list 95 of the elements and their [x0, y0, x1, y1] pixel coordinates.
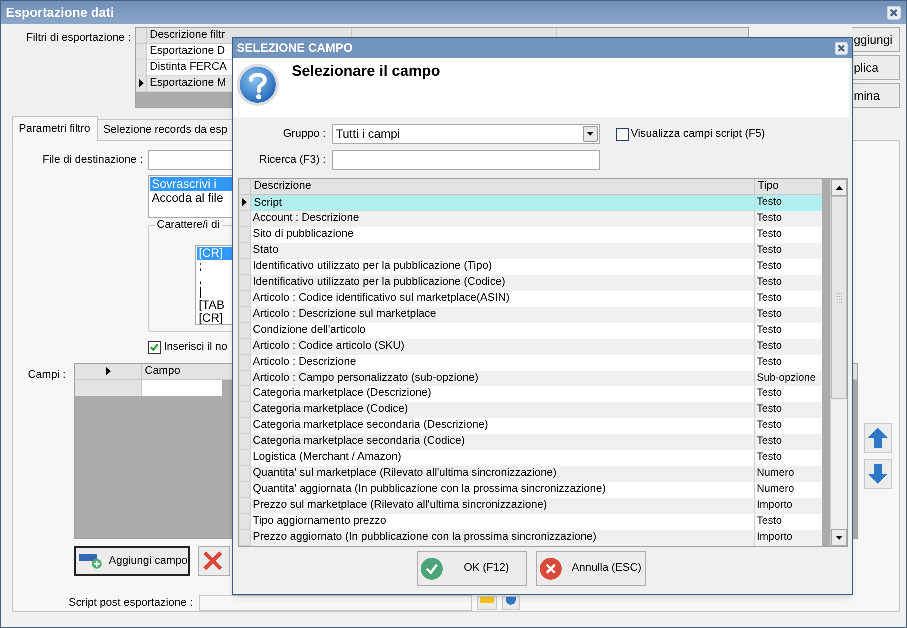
field-label: File di destinazione :	[42, 152, 143, 168]
search-field[interactable]	[332, 150, 600, 170]
checkbox-label: Inserisci il no	[164, 340, 228, 355]
ok-button[interactable]: OK (F12)	[417, 551, 527, 586]
scroll-up-icon[interactable]	[836, 186, 842, 190]
field-label: Script post esportazione :	[68, 596, 193, 611]
table-row[interactable]: Articolo : Descrizione sul marketplace Testo	[239, 306, 822, 323]
move-up-button[interactable]	[864, 423, 892, 453]
table-cell-text: Testo	[756, 226, 784, 242]
caret-icon	[587, 132, 594, 136]
table-cell-text: Numero	[756, 482, 796, 498]
table-cell-text: Testo	[756, 450, 784, 466]
table-row[interactable]: Articolo : Descrizione Testo	[239, 354, 822, 371]
table-cell-text: Sub-opzione	[756, 370, 817, 386]
add-field-icon	[79, 553, 103, 569]
table-row[interactable]: Prezzo sul marketplace (Rilevato all'ultima sincronizzazione) Importo	[239, 498, 822, 514]
table-cell-text: Testo	[756, 242, 784, 258]
table-row[interactable]: Tipo aggiornamento prezzo Testo	[239, 514, 822, 530]
group-select[interactable]: Tutti i campi	[332, 124, 600, 144]
table-cell-text: Numero	[756, 466, 796, 482]
table-cell-text: Testo	[756, 211, 784, 226]
table-row[interactable]: Condizione dell'articolo Testo	[239, 322, 822, 339]
table-cell-text: Testo	[756, 274, 784, 290]
table-cell-text: Esportazione M	[149, 76, 226, 91]
table-cell-text: Testo	[756, 290, 784, 306]
side-button[interactable]: mina	[852, 83, 900, 108]
delete-icon	[203, 551, 223, 571]
table-row[interactable]: Quantita' aggiornata (In pubblicazione con la prossima sincronizzazione) Numero	[239, 482, 822, 498]
side-button[interactable]: ggiungi	[852, 27, 900, 52]
table-row[interactable]: Quantita' sul marketplace (Rilevato all'ultima sincronizzazione) Numero	[239, 466, 822, 482]
table-row[interactable]: Stato Testo	[239, 242, 822, 259]
table-cell-text: Importo	[756, 498, 794, 514]
table-cell-text: Testo	[756, 322, 784, 338]
row-header-cell[interactable]	[75, 380, 142, 396]
table-row[interactable]: Logistica (Merchant / Amazon) Testo	[239, 450, 822, 466]
field-label: Gruppo :	[282, 126, 326, 142]
table-cell: Prezzo aggiornato (In pubblicazione con la prossima sincronizzazione)	[251, 530, 755, 546]
table-cell-text: Esportazione D	[149, 44, 226, 59]
table-cell-text: Testo	[756, 514, 784, 530]
table-cell-text: Importo	[756, 530, 794, 546]
cancel-button[interactable]: Annulla (ESC)	[536, 551, 646, 586]
table-cell-text: Testo	[756, 354, 784, 370]
down-arrow-icon	[867, 463, 889, 485]
column-header: Descrizione	[251, 179, 755, 194]
table-row[interactable]: Categoria marketplace (Descrizione) Testo	[239, 386, 822, 402]
table-row[interactable]: Articolo : Codice articolo (SKU) Testo	[239, 338, 822, 355]
table-cell-text: Testo	[756, 195, 784, 210]
table-row[interactable]: Script Testo	[239, 195, 822, 211]
table-row[interactable]: Account : Descrizione Testo	[239, 211, 822, 227]
checkbox[interactable]	[148, 340, 161, 354]
dialog-title: SELEZIONE CAMPO	[237, 40, 354, 57]
question-icon	[236, 63, 280, 107]
help-button[interactable]	[502, 596, 520, 610]
table-row[interactable]: Articolo : Codice identificativo sul marketplace(ASIN) Testo	[239, 290, 822, 307]
table-cell-text: Distinta FERCA	[149, 60, 228, 75]
table-cell-text: Testo	[756, 434, 784, 450]
checkbox[interactable]	[616, 128, 629, 140]
cancel-circle-icon	[540, 558, 562, 580]
table-cell-text: Testo	[756, 258, 784, 274]
close-icon[interactable]	[835, 42, 848, 54]
table-row[interactable]: Categoria marketplace secondaria (Codice) Testo	[239, 434, 822, 450]
table-cell-text: Testo	[756, 338, 784, 354]
window-title: Esportazione dati	[6, 4, 114, 22]
table-row[interactable]: Identificativo utilizzato per la pubblicazione (Tipo) Testo	[239, 258, 822, 275]
check-icon	[150, 342, 159, 352]
checkbox-label: Visualizza campi script (F5)	[631, 126, 766, 142]
up-arrow-icon	[867, 427, 889, 449]
side-button[interactable]: plica	[852, 55, 900, 80]
scrollbar[interactable]	[830, 179, 847, 546]
field-label: Filtri di esportazione :	[25, 31, 132, 46]
add-field-button[interactable]: Aggiungi campo	[74, 546, 190, 576]
field-label: Campi :	[27, 368, 66, 383]
column-header: Campo	[144, 364, 182, 379]
grip-icon	[836, 292, 842, 302]
table-row[interactable]: Sito di pubblicazione Testo	[239, 226, 822, 243]
table-row[interactable]: Prezzo aggiornato (In pubblicazione con la prossima sincronizzazione) Importo	[239, 530, 822, 546]
table-cell-text: Testo	[756, 418, 784, 434]
table-row[interactable]: Articolo : Campo personalizzato (sub-opzione) Sub-opzione	[239, 370, 822, 386]
table-row[interactable]: Identificativo utilizzato per la pubblicazione (Codice) Testo	[239, 274, 822, 291]
script-field[interactable]	[199, 595, 472, 611]
table-cell-text: Testo	[756, 402, 784, 418]
close-icon[interactable]	[887, 6, 901, 20]
row-pointer-icon	[106, 367, 110, 376]
column-header: Tipo	[757, 179, 780, 194]
delete-field-button[interactable]	[198, 546, 230, 576]
field-label: Ricerca (F3) :	[258, 152, 326, 168]
move-down-button[interactable]	[864, 459, 892, 489]
check-circle-icon	[421, 558, 443, 580]
table-cell-text: Testo	[756, 306, 784, 322]
scroll-down-icon[interactable]	[836, 536, 842, 540]
table-row[interactable]: Categoria marketplace (Codice) Testo	[239, 402, 822, 418]
table-cell-text: Testo	[756, 386, 784, 402]
dialog-heading: Selezionare il campo	[292, 62, 440, 82]
table-row[interactable]: Categoria marketplace secondaria (Descrizione) Testo	[239, 418, 822, 434]
tab[interactable]: Parametri filtro	[12, 116, 98, 141]
